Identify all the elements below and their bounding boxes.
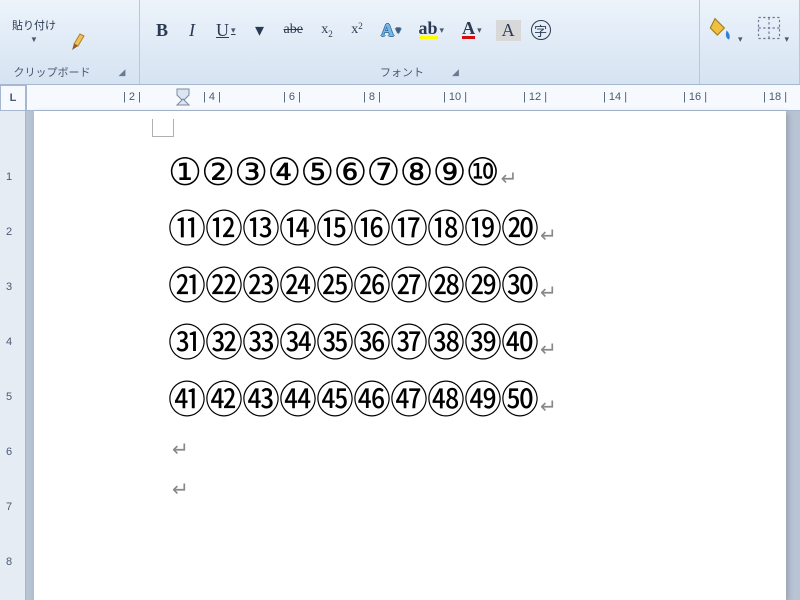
paragraph-mark-icon: ↵ [501,168,517,190]
ruler-tick: 7 [6,501,12,513]
ruler-tick: 4 [6,336,12,348]
char-shading-button[interactable]: A [496,20,521,41]
dialog-launcher-icon[interactable]: ◢ [119,67,126,78]
ruler-tick: | 8 | [363,91,381,105]
document-page[interactable]: ①②③④⑤⑥⑦⑧⑨⑩↵⑪⑫⑬⑭⑮⑯⑰⑱⑲⑳↵㉑㉒㉓㉔㉕㉖㉗㉘㉙㉚↵㉛㉜㉝㉞㉟㊱㊲… [34,111,786,600]
ruler-tick: | 2 | [123,91,141,105]
header-boundary [152,119,174,137]
enclosed-char-button[interactable]: 字 [531,20,551,40]
ribbon: 貼り付け ▼ クリップボード ◢ B I U▾ ▾ abe x2 x2 A▾ a… [0,0,800,85]
ruler-tick: 2 [6,226,12,238]
italic-button[interactable]: I [182,18,202,43]
chevron-down-icon: ▾ [440,25,445,36]
ruler-tick: | 12 | [523,91,547,105]
horizontal-ruler[interactable]: L | 2 | | 4 | | 6 | | 8 | | 10 | | 12 | | 14 |… [0,85,800,111]
paragraph-mark-icon: ↵ [540,339,556,361]
subscript-button[interactable]: x2 [317,20,337,40]
ruler-tick: 8 [6,556,12,568]
highlight-button[interactable]: ab▾ [415,19,449,41]
document-line[interactable]: ㉑㉒㉓㉔㉕㉖㉗㉘㉙㉚↵ [168,259,762,316]
chevron-down-icon: ▾ [396,25,401,36]
ruler-tick: | 6 | [283,91,301,105]
paragraph-mark-icon: ↵ [168,470,762,510]
ruler-tick: | 4 | [203,91,221,105]
borders-button[interactable]: ▾ [755,14,790,47]
shading-button[interactable]: ▾ [708,14,743,47]
paragraph-mark-icon: ↵ [540,396,556,418]
paste-button[interactable]: 貼り付け ▼ [8,15,60,46]
font-group-label: フォント [380,64,424,80]
ruler-tick: 6 [6,446,12,458]
workspace: 1 2 3 4 5 6 7 8 ①②③④⑤⑥⑦⑧⑨⑩↵⑪⑫⑬⑭⑮⑯⑰⑱⑲⑳↵㉑㉒㉓㉔㉕㉖㉗㉘㉙… [0,111,800,600]
underline-button[interactable]: U▾ [212,18,240,43]
group-clipboard: 貼り付け ▼ クリップボード ◢ [0,0,140,84]
ruler-tick: 1 [6,171,12,183]
ruler-tick: | 16 | [683,91,707,105]
document-line[interactable]: ㉛㉜㉝㉞㉟㊱㊲㊳㊴㊵↵ [168,316,762,373]
paragraph-mark-icon: ↵ [540,225,556,247]
format-painter-button[interactable] [68,28,92,52]
bold-button[interactable]: B [152,18,172,43]
group-paragraph: ▾ ▾ [700,0,800,84]
font-color-button[interactable]: A▾ [458,19,486,41]
ruler-tick: 3 [6,281,12,293]
tab-selector[interactable]: L [0,85,26,111]
ruler-tick: | 10 | [443,91,467,105]
strikethrough-button[interactable]: abe [280,20,307,40]
vertical-ruler[interactable]: 1 2 3 4 5 6 7 8 [0,111,26,600]
group-font: B I U▾ ▾ abe x2 x2 A▾ ab▾ A▾ A 字 フォント ◢ [140,0,700,84]
ruler-tick: 5 [6,391,12,403]
chevron-down-icon: ▼ [30,35,38,44]
superscript-button[interactable]: x2 [347,20,367,40]
chevron-down-icon: ▾ [231,25,236,36]
text-effects-button[interactable]: A▾ [377,18,405,43]
ruler-tick: | 14 | [603,91,627,105]
ruler-tick: | 18 | [763,91,787,105]
document-line[interactable]: ㊶㊷㊸㊹㊺㊻㊼㊽㊾㊿↵ [168,373,762,430]
strikethrough-split[interactable]: ▾ [250,18,270,43]
paragraph-mark-icon: ↵ [540,282,556,304]
chevron-down-icon: ▾ [477,25,482,36]
indent-marker-icon[interactable] [175,87,191,109]
paste-label: 貼り付け [12,17,56,33]
paragraph-mark-icon: ↵ [168,430,762,470]
document-line[interactable]: ①②③④⑤⑥⑦⑧⑨⑩↵ [168,145,762,202]
document-line[interactable]: ⑪⑫⑬⑭⑮⑯⑰⑱⑲⑳↵ [168,202,762,259]
clipboard-group-label: クリップボード [14,64,91,80]
dialog-launcher-icon[interactable]: ◢ [452,67,459,78]
